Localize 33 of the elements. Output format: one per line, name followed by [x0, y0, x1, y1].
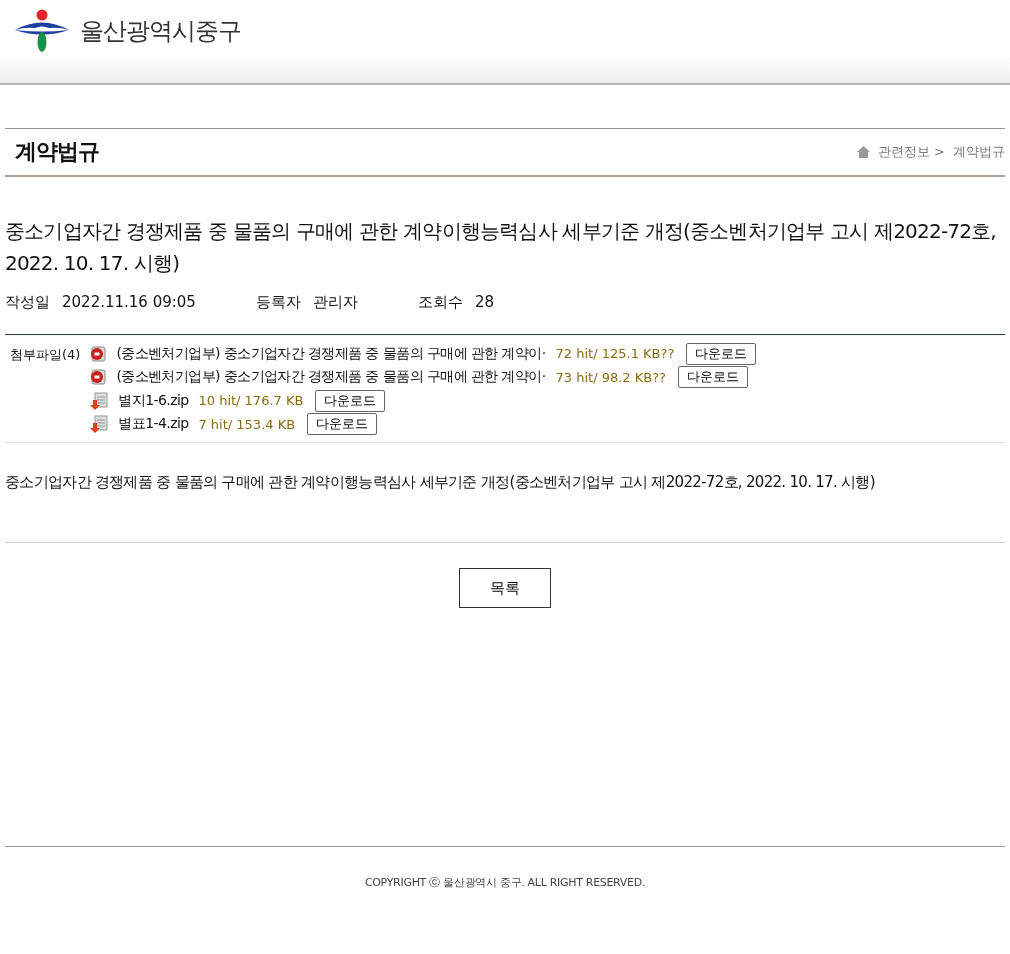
- meta-label: 작성일: [5, 293, 50, 312]
- post-title: 중소기업자간 경쟁제품 중 물품의 구매에 관한 계약이행능력심사 세부기준 개정(중소벤처기업부 고시 제2022-72호, 2022. 10. 17. 시행): [5, 218, 997, 277]
- meta-label: 등록자: [255, 293, 301, 312]
- section-title: 계약법규: [15, 138, 99, 166]
- file-link[interactable]: (중소벤처기업부) 중소기업자간 경쟁제품 중 물품의 구매에 관한 계약이·: [116, 368, 546, 387]
- file-link[interactable]: 별표1-4.zip: [118, 415, 189, 434]
- post-body: 중소기업자간 경쟁제품 중 물품의 구매에 관한 계약이행능력심사 세부기준 개정(중소벤처기업부 고시 제2022-72호, 2022. 10. 17. 시행): [5, 473, 1005, 543]
- logo-icon: [14, 9, 70, 53]
- document-icon: [90, 345, 107, 362]
- meta-value: 관리자: [312, 293, 358, 312]
- breadcrumb-link[interactable]: 관련정보 >: [877, 143, 945, 161]
- download-button[interactable]: 다운로드: [307, 413, 378, 436]
- file-info: 73 hit/ 98.2 KB??: [555, 369, 667, 385]
- file-info: 7 hit/ 153.4 KB: [198, 416, 296, 432]
- download-file-icon: [90, 415, 109, 434]
- file-link[interactable]: (중소벤처기업부) 중소기업자간 경쟁제품 중 물품의 구매에 관한 계약이·: [116, 344, 546, 363]
- file-link[interactable]: 별지1-6.zip: [118, 391, 189, 410]
- download-button[interactable]: 다운로드: [678, 366, 749, 389]
- meta-value: 28: [474, 293, 494, 312]
- attachments-label: 첨부파일(4): [10, 346, 81, 364]
- home-icon: [856, 146, 870, 158]
- meta-label: 조회수: [417, 293, 463, 312]
- file-info: 72 hit/ 125.1 KB??: [555, 346, 675, 362]
- meta-value: 2022.11.16 09:05: [62, 293, 196, 312]
- download-button[interactable]: 다운로드: [686, 342, 757, 365]
- list-button[interactable]: 목록: [459, 568, 551, 608]
- site-name[interactable]: 울산광역시중구: [80, 15, 241, 47]
- copyright-text: COPYRIGHT ⓒ 울산광역시 중구. ALL RIGHT RESERVED.: [364, 875, 646, 890]
- file-info: 10 hit/ 176.7 KB: [198, 393, 304, 409]
- download-file-icon: [90, 391, 109, 410]
- document-icon: [90, 369, 107, 386]
- download-button[interactable]: 다운로드: [315, 389, 386, 412]
- breadcrumb-link[interactable]: 계약법규: [953, 143, 1005, 161]
